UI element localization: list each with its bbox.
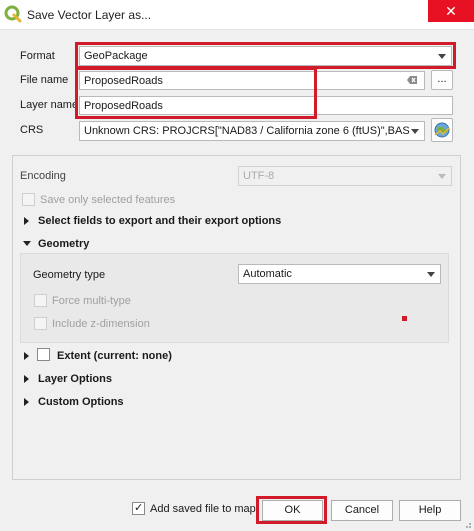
crs-label: CRS xyxy=(20,124,44,136)
help-button[interactable]: Help xyxy=(399,500,461,521)
expanded-arrow-icon[interactable] xyxy=(23,241,31,246)
clear-icon[interactable] xyxy=(406,74,418,86)
section-layer-options[interactable]: Layer Options xyxy=(38,373,112,385)
crs-value: Unknown CRS: PROJCRS["NAD83 / California… xyxy=(84,125,410,137)
collapsed-arrow-icon[interactable] xyxy=(24,398,29,406)
chevron-down-icon xyxy=(438,174,446,179)
extent-checkbox[interactable] xyxy=(37,348,50,361)
include-z-checkbox[interactable] xyxy=(34,317,47,330)
collapsed-arrow-icon[interactable] xyxy=(24,375,29,383)
format-label: Format xyxy=(20,50,55,62)
layer-name-label: Layer name xyxy=(20,99,79,111)
section-extent[interactable]: Extent (current: none) xyxy=(57,350,172,362)
collapsed-arrow-icon[interactable] xyxy=(24,217,29,225)
crs-selector-button[interactable] xyxy=(431,118,453,142)
section-custom-options[interactable]: Custom Options xyxy=(38,396,124,408)
section-select-fields[interactable]: Select fields to export and their export… xyxy=(38,215,281,227)
encoding-label: Encoding xyxy=(20,170,66,182)
include-z-label: Include z-dimension xyxy=(52,318,150,330)
title-bar: Save Vector Layer as... ✕ xyxy=(0,0,474,30)
force-multi-checkbox[interactable] xyxy=(34,294,47,307)
section-geometry[interactable]: Geometry xyxy=(38,238,89,250)
format-highlight xyxy=(75,42,456,69)
qgis-logo-icon xyxy=(4,5,22,23)
encoding-value: UTF-8 xyxy=(243,170,275,182)
save-selected-label: Save only selected features xyxy=(40,194,176,206)
geometry-type-label: Geometry type xyxy=(33,269,106,281)
globe-projection-icon xyxy=(434,122,450,138)
resize-grip-icon[interactable] xyxy=(462,519,472,529)
crs-select[interactable]: Unknown CRS: PROJCRS["NAD83 / California… xyxy=(79,121,425,141)
close-button[interactable]: ✕ xyxy=(428,0,474,22)
red-marker xyxy=(402,316,407,321)
collapsed-arrow-icon[interactable] xyxy=(24,352,29,360)
name-fields-highlight xyxy=(75,67,317,119)
geometry-type-value: Automatic xyxy=(243,268,292,280)
ok-highlight xyxy=(256,496,327,524)
encoding-select[interactable]: UTF-8 xyxy=(238,166,452,186)
add-saved-checkbox[interactable] xyxy=(132,501,145,515)
file-name-label: File name xyxy=(20,74,69,86)
geometry-type-select[interactable]: Automatic xyxy=(238,264,441,284)
save-selected-checkbox[interactable] xyxy=(22,193,35,206)
chevron-down-icon xyxy=(411,129,419,134)
add-saved-label: Add saved file to map xyxy=(150,503,256,515)
chevron-down-icon xyxy=(427,272,435,277)
browse-button[interactable]: ... xyxy=(431,70,453,90)
force-multi-label: Force multi-type xyxy=(52,295,131,307)
cancel-button[interactable]: Cancel xyxy=(331,500,393,521)
window-title: Save Vector Layer as... xyxy=(27,8,152,22)
